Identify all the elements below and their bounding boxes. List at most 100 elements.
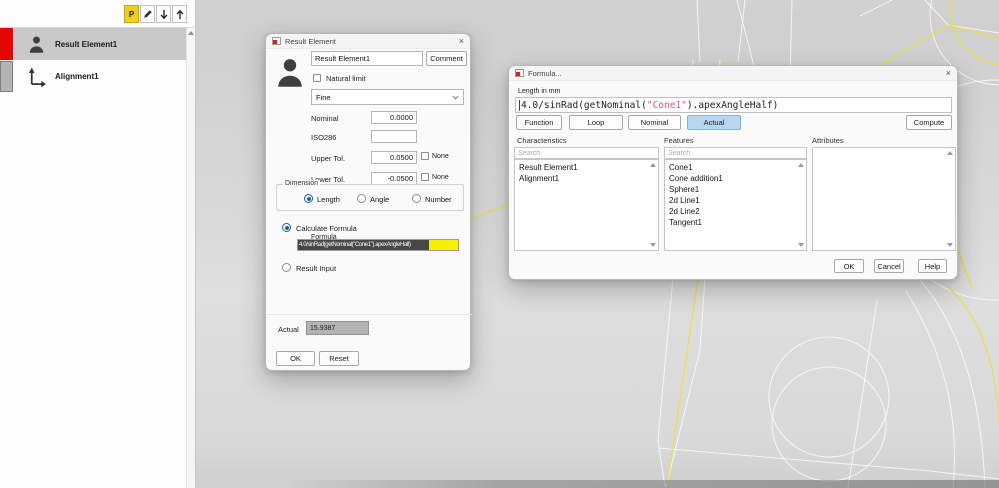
scroll-up-arrow-icon[interactable] [947, 151, 953, 155]
result-dialog-titlebar[interactable]: Result Element × [266, 34, 470, 49]
upper-none-label: None [432, 153, 449, 160]
arrow-down-icon [159, 9, 169, 20]
app-icon [515, 69, 524, 77]
dimension-radio-angle[interactable] [357, 194, 366, 203]
divider [266, 314, 472, 315]
list-item[interactable]: 2d Line2 [665, 206, 806, 217]
upper-tol-field[interactable] [371, 151, 417, 164]
upper-none-checkbox[interactable] [421, 152, 429, 160]
dimension-option-label: Length [317, 195, 340, 204]
p-button[interactable]: P [124, 5, 139, 23]
nominal-field[interactable] [371, 111, 417, 124]
result-input-label: Result Input [296, 264, 336, 273]
list-item[interactable]: Result Element1 [515, 162, 658, 173]
scroll-down-arrow-icon[interactable] [798, 243, 804, 247]
screen: P Result Element1 Alignment [0, 0, 999, 488]
formula-dialog: Formula... × Length in mm 4.0/sinRad(get… [508, 65, 958, 280]
list-item[interactable]: Cone1 [665, 162, 806, 173]
characteristics-label: Characteristics [517, 136, 567, 145]
dimension-radio-length[interactable] [304, 194, 313, 203]
ok-button[interactable]: OK [834, 259, 864, 273]
formula-string-literal: "Cone1" [647, 100, 687, 111]
move-down-button[interactable] [156, 5, 171, 23]
result-input-radio[interactable] [282, 263, 291, 272]
iso286-label: ISO286 [311, 133, 336, 142]
formula-highlight [429, 240, 458, 250]
sidebar-item-alignment[interactable]: Alignment1 [14, 61, 187, 92]
dimension-radio-number[interactable] [412, 194, 421, 203]
actual-label: Actual [278, 325, 299, 334]
ok-button[interactable]: OK [276, 351, 315, 366]
tolerance-class-value: Fine [316, 93, 331, 102]
dimension-option-label: Number [425, 195, 452, 204]
formula-input[interactable]: 4.0/sinRad(getNominal("Cone1").apexAngle… [515, 97, 952, 113]
sidebar-item-result-element[interactable]: Result Element1 [14, 28, 187, 60]
lower-none-label: None [432, 174, 449, 181]
sidebar-toolbar: P [124, 5, 187, 23]
help-button[interactable]: Help [918, 259, 947, 273]
result-element-dialog: Result Element × Comment Natural limit F… [265, 33, 471, 371]
sidebar-item-label: Result Element1 [55, 40, 117, 49]
compute-button[interactable]: Compute [906, 115, 952, 130]
formula-prefix: 4.0/sinRad(getNominal( [521, 100, 647, 111]
attributes-list[interactable] [812, 147, 956, 251]
dimension-option-label: Angle [370, 195, 389, 204]
characteristics-search-input[interactable] [514, 147, 659, 159]
nominal-label: Nominal [311, 114, 339, 123]
viewport-bottom-shade [286, 480, 999, 488]
tolerance-class-select[interactable]: Fine [311, 89, 464, 105]
comment-button[interactable]: Comment [426, 51, 467, 66]
reset-button[interactable]: Reset [319, 351, 359, 366]
dimension-legend: Dimension [283, 180, 320, 187]
app-icon [272, 37, 281, 45]
person-icon [275, 56, 305, 88]
list-item[interactable]: Sphere1 [665, 184, 806, 195]
list-item[interactable]: 2d Line1 [665, 195, 806, 206]
close-icon[interactable]: × [459, 37, 464, 46]
features-list[interactable]: Cone1Cone addition1Sphere12d Line12d Lin… [664, 159, 807, 251]
actual-value-field: 15.9387 [306, 321, 369, 335]
loop-button[interactable]: Loop [569, 115, 623, 130]
move-up-button[interactable] [172, 5, 187, 23]
cancel-button[interactable]: Cancel [874, 259, 904, 273]
dimension-group: Dimension LengthAngleNumber [276, 184, 464, 211]
formula-field[interactable]: 4.0/sinRad(getNominal("Cone1").apexAngle… [297, 239, 459, 251]
characteristics-list[interactable]: Result Element1Alignment1 [514, 159, 659, 251]
edit-pencil-button[interactable] [140, 5, 155, 23]
features-search-input[interactable] [664, 147, 807, 159]
scroll-down-arrow-icon[interactable] [947, 243, 953, 247]
natural-limit-checkbox[interactable] [313, 74, 321, 82]
nominal-button[interactable]: Nominal [628, 115, 681, 130]
sidebar-scrollbar[interactable] [186, 28, 195, 488]
text-caret [519, 100, 520, 111]
upper-tol-label: Upper Tol. [311, 154, 345, 163]
iso286-field[interactable] [371, 130, 417, 143]
pencil-icon [143, 9, 153, 19]
dialog-title: Formula... [528, 69, 562, 78]
sidebar-item-label: Alignment1 [55, 72, 99, 81]
scroll-down-arrow-icon[interactable] [650, 243, 656, 247]
actual-button[interactable]: Actual [687, 115, 741, 130]
calculate-formula-label: Calculate Formula [296, 224, 357, 233]
scroll-up-arrow-icon[interactable] [188, 31, 194, 35]
list-item[interactable]: Cone addition1 [665, 173, 806, 184]
actual-value: 15.9387 [310, 325, 335, 332]
name-field[interactable] [311, 51, 423, 66]
calculate-formula-radio[interactable] [282, 223, 291, 232]
list-item[interactable]: Tangent1 [665, 217, 806, 228]
dialog-title: Result Element [285, 37, 336, 46]
arrow-up-icon [175, 9, 185, 20]
chevron-down-icon [452, 95, 459, 100]
unit-label: Length in mm [518, 88, 560, 95]
close-icon[interactable]: × [946, 69, 951, 78]
formula-dialog-titlebar[interactable]: Formula... × [509, 66, 957, 81]
features-label: Features [664, 136, 694, 145]
list-item[interactable]: Alignment1 [515, 173, 658, 184]
lower-none-checkbox[interactable] [421, 173, 429, 181]
scroll-up-arrow-icon[interactable] [798, 163, 804, 167]
scroll-up-arrow-icon[interactable] [650, 163, 656, 167]
function-button[interactable]: Function [516, 115, 562, 130]
status-badge-alignment [0, 61, 13, 92]
status-badge-result-element [0, 28, 13, 60]
sidebar-panel: P Result Element1 Alignment [0, 0, 196, 488]
